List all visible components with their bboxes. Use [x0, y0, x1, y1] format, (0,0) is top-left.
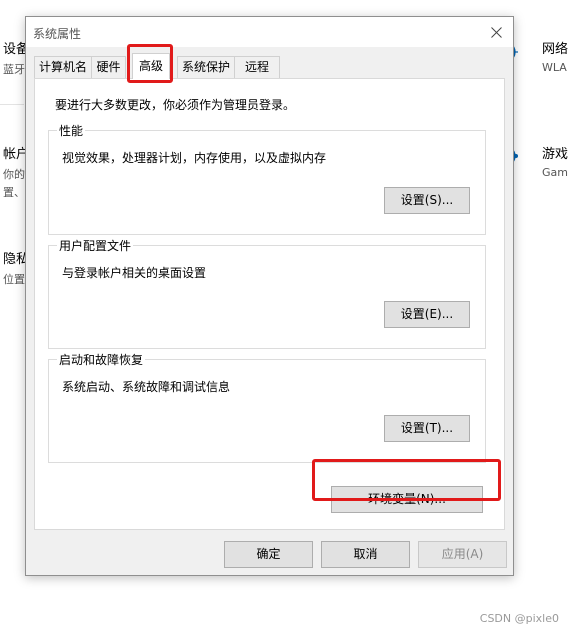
startup-recovery-settings-button[interactable]: 设置(T)...: [384, 415, 470, 442]
bg-gaming-sub: Gam: [542, 166, 568, 179]
title-bar[interactable]: 系统属性: [26, 17, 513, 47]
close-button[interactable]: [479, 17, 513, 47]
cancel-button[interactable]: 取消: [321, 541, 410, 568]
advanced-tab-page: 要进行大多数更改，你必须作为管理员登录。 性能 视觉效果，处理器计划，内存使用，…: [34, 78, 505, 530]
bg-network-sub: WLA: [542, 61, 567, 74]
bg-divider: [0, 104, 24, 105]
environment-variables-button[interactable]: 环境变量(N)...: [331, 486, 483, 513]
tab-hardware[interactable]: 硬件: [91, 56, 126, 78]
user-profiles-settings-button[interactable]: 设置(E)...: [384, 301, 470, 328]
system-properties-dialog: 系统属性 计算机名 硬件 高级 系统保护 远程 要进行大多数更改，你必须作为管理…: [25, 16, 514, 576]
startup-recovery-group: 启动和故障恢复 系统启动、系统故障和调试信息 设置(T)...: [48, 351, 486, 463]
user-profiles-group: 用户配置文件 与登录帐户相关的桌面设置 设置(E)...: [48, 237, 486, 349]
watermark: CSDN @pixle0: [479, 612, 559, 625]
startup-recovery-desc: 系统启动、系统故障和调试信息: [62, 380, 231, 394]
performance-desc: 视觉效果，处理器计划，内存使用，以及虚拟内存: [62, 151, 327, 165]
bg-network-title: 网络: [542, 42, 569, 57]
apply-button[interactable]: 应用(A): [418, 541, 507, 568]
performance-settings-button[interactable]: 设置(S)...: [384, 187, 470, 214]
tab-advanced[interactable]: 高级: [132, 53, 170, 79]
dialog-title: 系统属性: [33, 27, 82, 41]
performance-group: 性能 视觉效果，处理器计划，内存使用，以及虚拟内存 设置(S)...: [48, 122, 486, 235]
user-profiles-desc: 与登录帐户相关的桌面设置: [62, 266, 207, 280]
tab-remote[interactable]: 远程: [234, 56, 280, 78]
tab-system-protection[interactable]: 系统保护: [177, 56, 235, 78]
close-icon: [490, 26, 502, 38]
ok-button[interactable]: 确定: [224, 541, 313, 568]
admin-notice: 要进行大多数更改，你必须作为管理员登录。: [55, 98, 296, 112]
bg-gaming-item[interactable]: 游戏 Gam: [542, 143, 568, 179]
performance-label: 性能: [57, 122, 86, 139]
startup-recovery-label: 启动和故障恢复: [57, 351, 146, 368]
user-profiles-label: 用户配置文件: [57, 237, 134, 254]
bg-network-item[interactable]: 网络 WLA: [542, 38, 568, 74]
tab-computer-name[interactable]: 计算机名: [34, 56, 92, 78]
bg-gaming-title: 游戏: [542, 147, 569, 162]
